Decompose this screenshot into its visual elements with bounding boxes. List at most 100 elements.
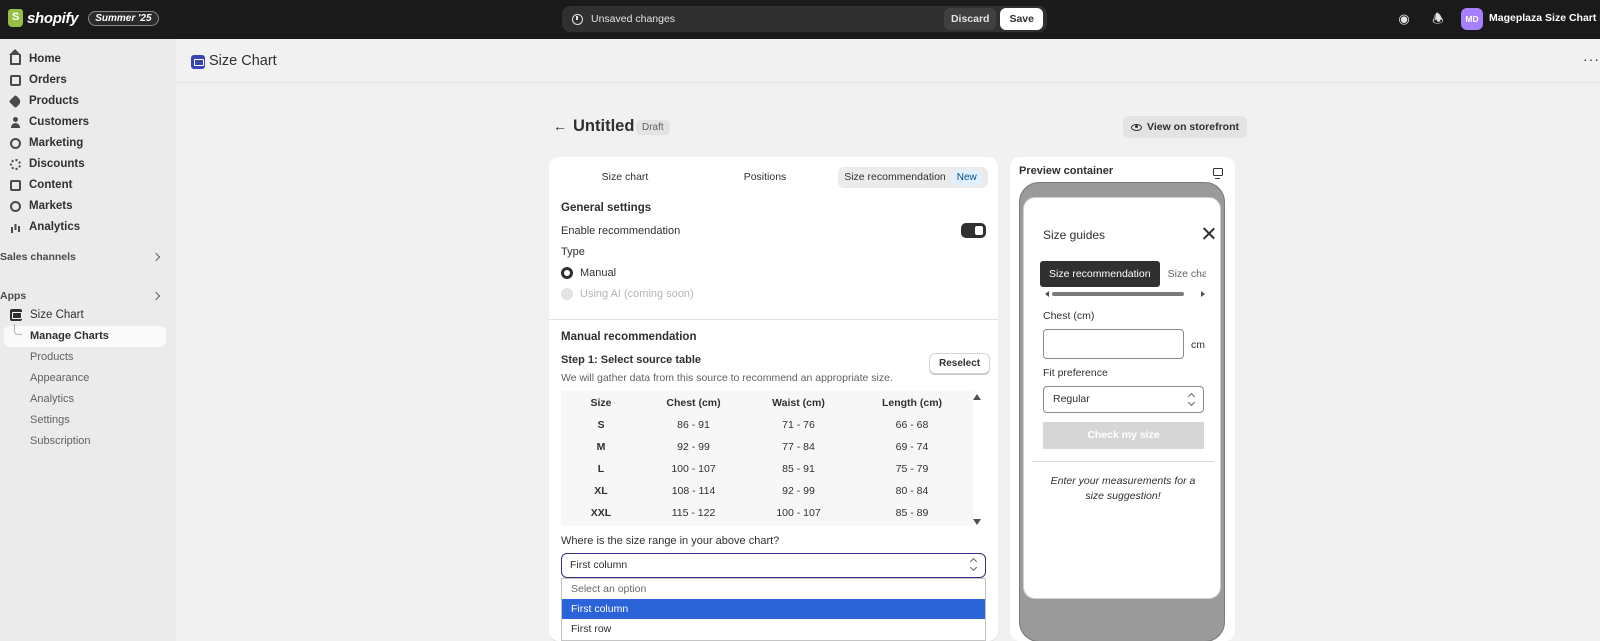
sidebar-subitem-analytics[interactable]: Analytics <box>30 393 74 405</box>
tab-size-recommendation[interactable]: Size recommendation <box>1040 261 1160 287</box>
column-header: Waist (cm) <box>772 396 825 409</box>
shopify-logo[interactable]: shopify Summer '25 <box>8 9 159 27</box>
page-header: Size Chart ··· <box>176 39 1600 83</box>
table-cell: L <box>597 463 605 475</box>
sidebar-item-label: Size Chart <box>30 309 84 321</box>
reselect-button[interactable]: Reselect <box>929 353 991 374</box>
orders-icon <box>10 74 21 86</box>
sidebar-item-label: Analytics <box>29 221 81 233</box>
table-row: M 92 - 99 77 - 84 69 - 74 <box>561 436 973 458</box>
back-arrow-icon[interactable]: ← <box>553 118 567 134</box>
table-row: XXL 115 - 122 100 - 107 85 - 89 <box>561 502 973 524</box>
chevron-right-icon[interactable] <box>151 291 161 301</box>
sidebar-item-label: Orders <box>29 74 67 86</box>
fit-preference-value: Regular <box>1053 393 1090 405</box>
fit-preference-select[interactable]: Regular <box>1043 386 1204 413</box>
sidebar-item-label: Markets <box>29 200 73 212</box>
sidebar-subitem-subscription[interactable]: Subscription <box>30 435 91 447</box>
tab-positions[interactable]: Positions <box>700 167 830 188</box>
sidebar-subitem-settings[interactable]: Settings <box>30 414 70 426</box>
edition-badge[interactable]: Summer '25 <box>88 10 159 26</box>
person-icon <box>10 116 21 128</box>
sidebar-item-size-chart-app[interactable]: Size Chart <box>10 305 84 325</box>
table-cell: 100 - 107 <box>776 507 821 519</box>
sidebar-item-orders[interactable]: Orders <box>10 70 67 90</box>
check-my-size-button[interactable]: Check my size <box>1043 422 1204 449</box>
scroll-right-arrow-icon[interactable] <box>1201 291 1205 297</box>
modal-tabs: Size recommendation Size chart <box>1040 261 1206 288</box>
chevron-right-icon[interactable] <box>151 252 161 262</box>
view-on-storefront-button[interactable]: View on storefront <box>1123 116 1247 138</box>
sales-channels-heading[interactable]: Sales channels <box>0 251 76 263</box>
preview-title: Preview container <box>1019 165 1114 177</box>
table-header-row: Size Chest (cm) Waist (cm) Length (cm) <box>561 391 973 414</box>
enable-recommendation-label: Enable recommendation <box>561 225 681 237</box>
sidebar-item-analytics[interactable]: Analytics <box>10 217 80 237</box>
scroll-left-arrow-icon[interactable] <box>1045 291 1049 297</box>
size-range-question: Where is the size range in your above ch… <box>561 535 780 547</box>
chest-input[interactable] <box>1043 329 1184 359</box>
manual-recommendation-heading: Manual recommendation <box>561 331 697 343</box>
target-icon <box>10 137 21 149</box>
apps-heading[interactable]: Apps <box>0 290 26 302</box>
radio-ai-label: Using AI (coming soon) <box>580 288 694 300</box>
radio-manual[interactable] <box>561 267 573 279</box>
size-range-select[interactable]: First column <box>561 553 986 578</box>
table-cell: 75 - 79 <box>895 463 929 475</box>
more-actions-icon[interactable]: ··· <box>1583 51 1600 67</box>
size-range-dropdown: Select an option First column First row <box>561 578 986 641</box>
horizontal-scrollbar[interactable] <box>1045 291 1205 297</box>
sidebar-subitem-manage-charts[interactable]: Manage Charts <box>30 330 109 342</box>
sidebar-subitem-appearance[interactable]: Appearance <box>30 372 89 384</box>
radio-manual-label[interactable]: Manual <box>580 267 616 279</box>
scroll-down-arrow-icon[interactable] <box>973 519 981 525</box>
sidebar-item-customers[interactable]: Customers <box>10 112 89 132</box>
tag-icon <box>8 94 23 108</box>
sidekick-icon[interactable]: ◉ <box>1397 12 1411 26</box>
enable-recommendation-toggle[interactable] <box>961 223 986 238</box>
dropdown-option-placeholder[interactable]: Select an option <box>562 579 985 599</box>
table-cell: 100 - 107 <box>671 463 716 475</box>
table-cell: S <box>597 419 605 431</box>
size-guide-modal: Size guides Size recommendation Size char… <box>1023 197 1221 599</box>
tab-size-chart[interactable]: Size chart <box>1168 268 1206 280</box>
tab-size-recommendation[interactable]: Size recommendation New <box>838 167 988 188</box>
size-range-select-value: First column <box>570 559 628 571</box>
table-cell: 108 - 114 <box>671 485 716 497</box>
store-name[interactable]: Mageplaza Size Chart De... <box>1489 12 1600 24</box>
table-cell: 86 - 91 <box>677 419 710 431</box>
desktop-view-icon[interactable] <box>1213 168 1223 179</box>
table-cell: 71 - 76 <box>782 419 815 431</box>
bell-icon[interactable]: 🕭 <box>1431 12 1445 26</box>
sidebar-subitem-products[interactable]: Products <box>30 351 73 363</box>
sidebar-item-label: Home <box>29 53 61 65</box>
scroll-up-arrow-icon[interactable] <box>973 394 981 400</box>
save-button[interactable]: Save <box>1000 8 1043 30</box>
sidebar-item-label: Products <box>29 95 79 107</box>
dropdown-option-first-row[interactable]: First row <box>562 619 985 639</box>
sidebar-item-discounts[interactable]: Discounts <box>10 154 85 174</box>
sidebar-item-content[interactable]: Content <box>10 175 72 195</box>
table-cell: 92 - 99 <box>677 441 710 453</box>
sidebar-item-label: Marketing <box>29 137 84 149</box>
radio-ai <box>561 288 573 300</box>
dropdown-option-first-column[interactable]: First column <box>562 599 985 619</box>
scrollbar-thumb[interactable] <box>1052 292 1184 296</box>
sidebar-item-marketing[interactable]: Marketing <box>10 133 83 153</box>
section-divider <box>549 319 998 320</box>
status-badge: Draft <box>636 120 670 135</box>
discard-button[interactable]: Discard <box>943 8 997 30</box>
avatar[interactable]: MD <box>1461 8 1483 30</box>
settings-card: Size chart Positions Size recommendation… <box>549 157 998 641</box>
sidebar-item-markets[interactable]: Markets <box>10 196 72 216</box>
brand-name: shopify <box>27 9 79 27</box>
sidebar-item-home[interactable]: Home <box>9 48 61 69</box>
discount-icon <box>10 158 21 170</box>
bar-chart-icon <box>10 222 21 233</box>
tab-size-chart[interactable]: Size chart <box>560 167 690 188</box>
chest-unit: cm <box>1191 339 1205 351</box>
tree-connector <box>14 324 22 335</box>
sidebar-item-products[interactable]: Products <box>8 91 79 111</box>
column-header: Length (cm) <box>881 396 943 409</box>
close-icon[interactable] <box>1202 226 1216 240</box>
